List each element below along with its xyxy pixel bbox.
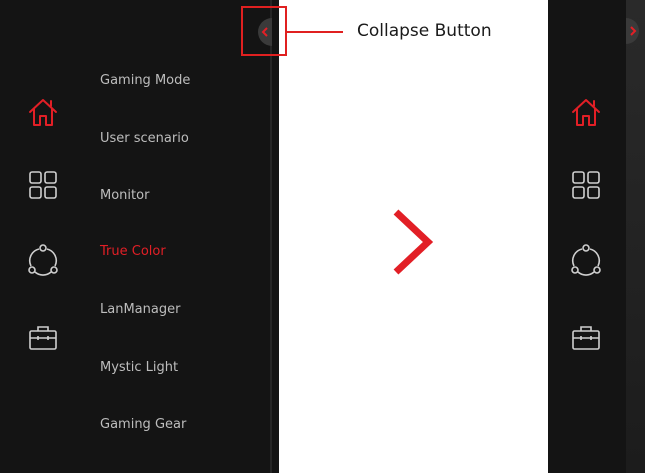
chevron-right-icon (393, 209, 433, 275)
menu-item-mystic-light[interactable]: Mystic Light (100, 360, 178, 375)
content-area (626, 0, 645, 473)
menu-item-gaming-mode[interactable]: Gaming Mode (100, 73, 190, 88)
menu-item-lanmanager[interactable]: LanManager (100, 302, 180, 317)
home-icon[interactable] (569, 95, 603, 129)
sidebar-collapsed (548, 0, 645, 473)
grid-icon[interactable] (26, 168, 60, 202)
grid-icon[interactable] (569, 168, 603, 202)
menu-item-user-scenario[interactable]: User scenario (100, 131, 189, 146)
callout-line (287, 31, 343, 33)
home-icon[interactable] (26, 95, 60, 129)
toolbox-icon[interactable] (26, 320, 60, 354)
callout-label: Collapse Button (357, 21, 492, 41)
toolbox-icon[interactable] (569, 320, 603, 354)
menu-item-true-color[interactable]: True Color (100, 244, 166, 259)
share-nodes-icon[interactable] (569, 243, 603, 277)
collapse-button-highlight (241, 6, 287, 56)
share-nodes-icon[interactable] (26, 243, 60, 277)
menu-item-gaming-gear[interactable]: Gaming Gear (100, 417, 186, 432)
menu-item-monitor[interactable]: Monitor (100, 188, 149, 203)
sidebar-divider (270, 0, 272, 473)
chevron-right-icon (629, 26, 636, 36)
sidebar-expanded: Gaming Mode User scenario Monitor True C… (0, 0, 279, 473)
